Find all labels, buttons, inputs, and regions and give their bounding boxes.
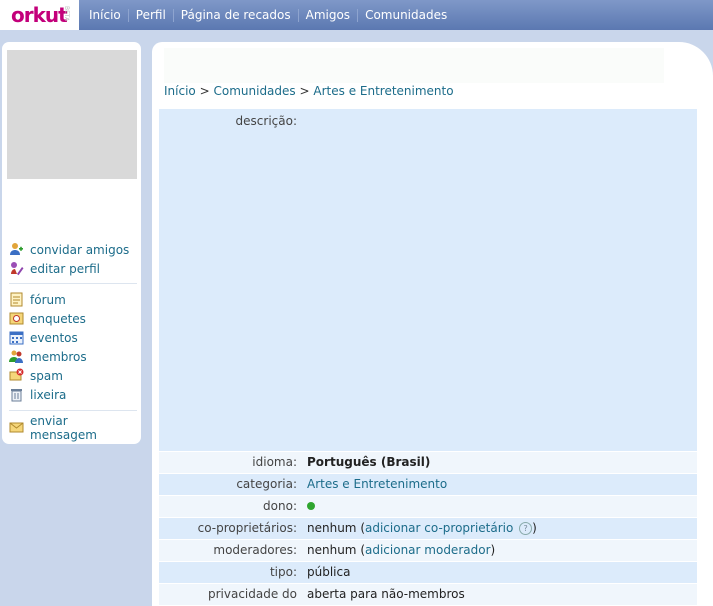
add-co-owner-link[interactable]: adicionar co-proprietário <box>365 521 513 535</box>
description-label: descrição: <box>235 114 297 128</box>
sidebar-item-lixeira[interactable]: lixeira <box>9 385 137 404</box>
sidebar-item-convidar-amigos[interactable]: convidar amigos <box>9 240 137 259</box>
sidebar-item-label: convidar amigos <box>30 242 130 257</box>
sidebar-item-editar-perfil[interactable]: editar perfil <box>9 259 137 278</box>
nav-amigos[interactable]: Amigos <box>299 8 357 22</box>
sidebar-item-enquetes[interactable]: enquetes <box>9 309 137 328</box>
forum-icon <box>10 292 23 307</box>
sidebar-item-label: editar perfil <box>30 261 100 276</box>
community-details: descrição: idioma: Português (Brasil) ca… <box>159 109 697 605</box>
main-nav: Início Perfil Página de recados Amigos C… <box>82 0 454 30</box>
privacy-label: privacidade do <box>207 587 297 601</box>
category-label: categoria: <box>236 477 297 491</box>
sidebar-divider <box>9 410 137 411</box>
moderators-row: moderadores: nenhum (adicionar moderador… <box>159 539 697 561</box>
main-panel: Início > Comunidades > Artes e Entreteni… <box>152 42 713 606</box>
nav-comunidades[interactable]: Comunidades <box>358 8 454 22</box>
orkut-logo[interactable]: orkut BETA <box>0 0 79 30</box>
breadcrumb-comunidades[interactable]: Comunidades <box>213 84 295 98</box>
breadcrumb-categoria[interactable]: Artes e Entretenimento <box>313 84 453 98</box>
sidebar-item-membros[interactable]: membros <box>9 347 137 366</box>
sidebar-item-label: eventos <box>30 330 78 345</box>
sidebar-item-enviar-mensagem[interactable]: enviar mensagem <box>9 414 137 442</box>
community-header <box>164 48 664 83</box>
sidebar-item-label: spam <box>30 368 63 383</box>
mail-icon <box>9 422 24 433</box>
edit-icon <box>11 262 24 276</box>
sidebar-item-label: enquetes <box>30 311 86 326</box>
privacy-row: privacidade do aberta para não-membros <box>159 583 697 605</box>
type-label: tipo: <box>269 565 297 579</box>
co-owners-label: co-proprietários: <box>197 521 297 535</box>
calendar-icon <box>9 331 24 345</box>
type-row: tipo: pública <box>159 561 697 583</box>
sidebar-tools: fórum enquetes eventos membros spam lixe… <box>9 290 137 404</box>
breadcrumb-inicio[interactable]: Início <box>164 84 196 98</box>
breadcrumb-separator: > <box>299 84 310 98</box>
nav-inicio[interactable]: Início <box>82 8 128 22</box>
moderators-label: moderadores: <box>213 543 297 557</box>
owner-label: dono: <box>263 499 297 513</box>
sidebar-divider <box>9 283 137 284</box>
logo-text: orkut <box>11 3 68 27</box>
sidebar-actions: convidar amigos editar perfil <box>9 240 137 278</box>
spam-icon <box>9 368 24 381</box>
language-row: idioma: Português (Brasil) <box>159 451 697 473</box>
sidebar-item-label: fórum <box>30 292 66 307</box>
sidebar-item-eventos[interactable]: eventos <box>9 328 137 347</box>
owner-value <box>307 499 315 513</box>
poll-icon <box>9 312 24 325</box>
beta-label: BETA <box>63 6 70 22</box>
language-label: idioma: <box>252 455 297 469</box>
help-icon[interactable]: ? <box>519 522 533 535</box>
moderators-value: nenhum (adicionar moderador) <box>307 543 496 557</box>
sidebar-message: enviar mensagem <box>9 414 137 442</box>
description-row: descrição: <box>159 109 697 451</box>
privacy-value: aberta para não-membros <box>307 587 465 601</box>
category-row: categoria: Artes e Entretenimento <box>159 473 697 495</box>
trash-icon <box>11 389 22 402</box>
nav-perfil[interactable]: Perfil <box>129 8 173 22</box>
add-user-icon <box>10 243 23 255</box>
breadcrumb: Início > Comunidades > Artes e Entreteni… <box>164 84 454 98</box>
online-status-icon <box>307 502 315 510</box>
sidebar: convidar amigos editar perfil fórum enqu… <box>2 42 141 444</box>
sidebar-item-label: lixeira <box>30 387 67 402</box>
community-photo[interactable] <box>7 50 137 179</box>
sidebar-item-label: membros <box>30 349 87 364</box>
add-moderator-link[interactable]: adicionar moderador <box>365 543 491 557</box>
owner-row: dono: <box>159 495 697 517</box>
category-link[interactable]: Artes e Entretenimento <box>307 477 447 491</box>
type-value: pública <box>307 565 351 579</box>
nav-recados[interactable]: Página de recados <box>174 8 298 22</box>
co-owners-none: nenhum <box>307 521 357 535</box>
sidebar-item-spam[interactable]: spam <box>9 366 137 385</box>
sidebar-item-label: enviar mensagem <box>30 413 97 442</box>
language-value: Português (Brasil) <box>307 455 431 469</box>
members-icon <box>9 350 23 363</box>
breadcrumb-separator: > <box>199 84 210 98</box>
top-nav-bar: orkut BETA Início Perfil Página de recad… <box>0 0 713 30</box>
co-owners-value: nenhum (adicionar co-proprietário ?) <box>307 521 537 535</box>
co-owners-row: co-proprietários: nenhum (adicionar co-p… <box>159 517 697 539</box>
sidebar-item-forum[interactable]: fórum <box>9 290 137 309</box>
moderators-none: nenhum <box>307 543 357 557</box>
